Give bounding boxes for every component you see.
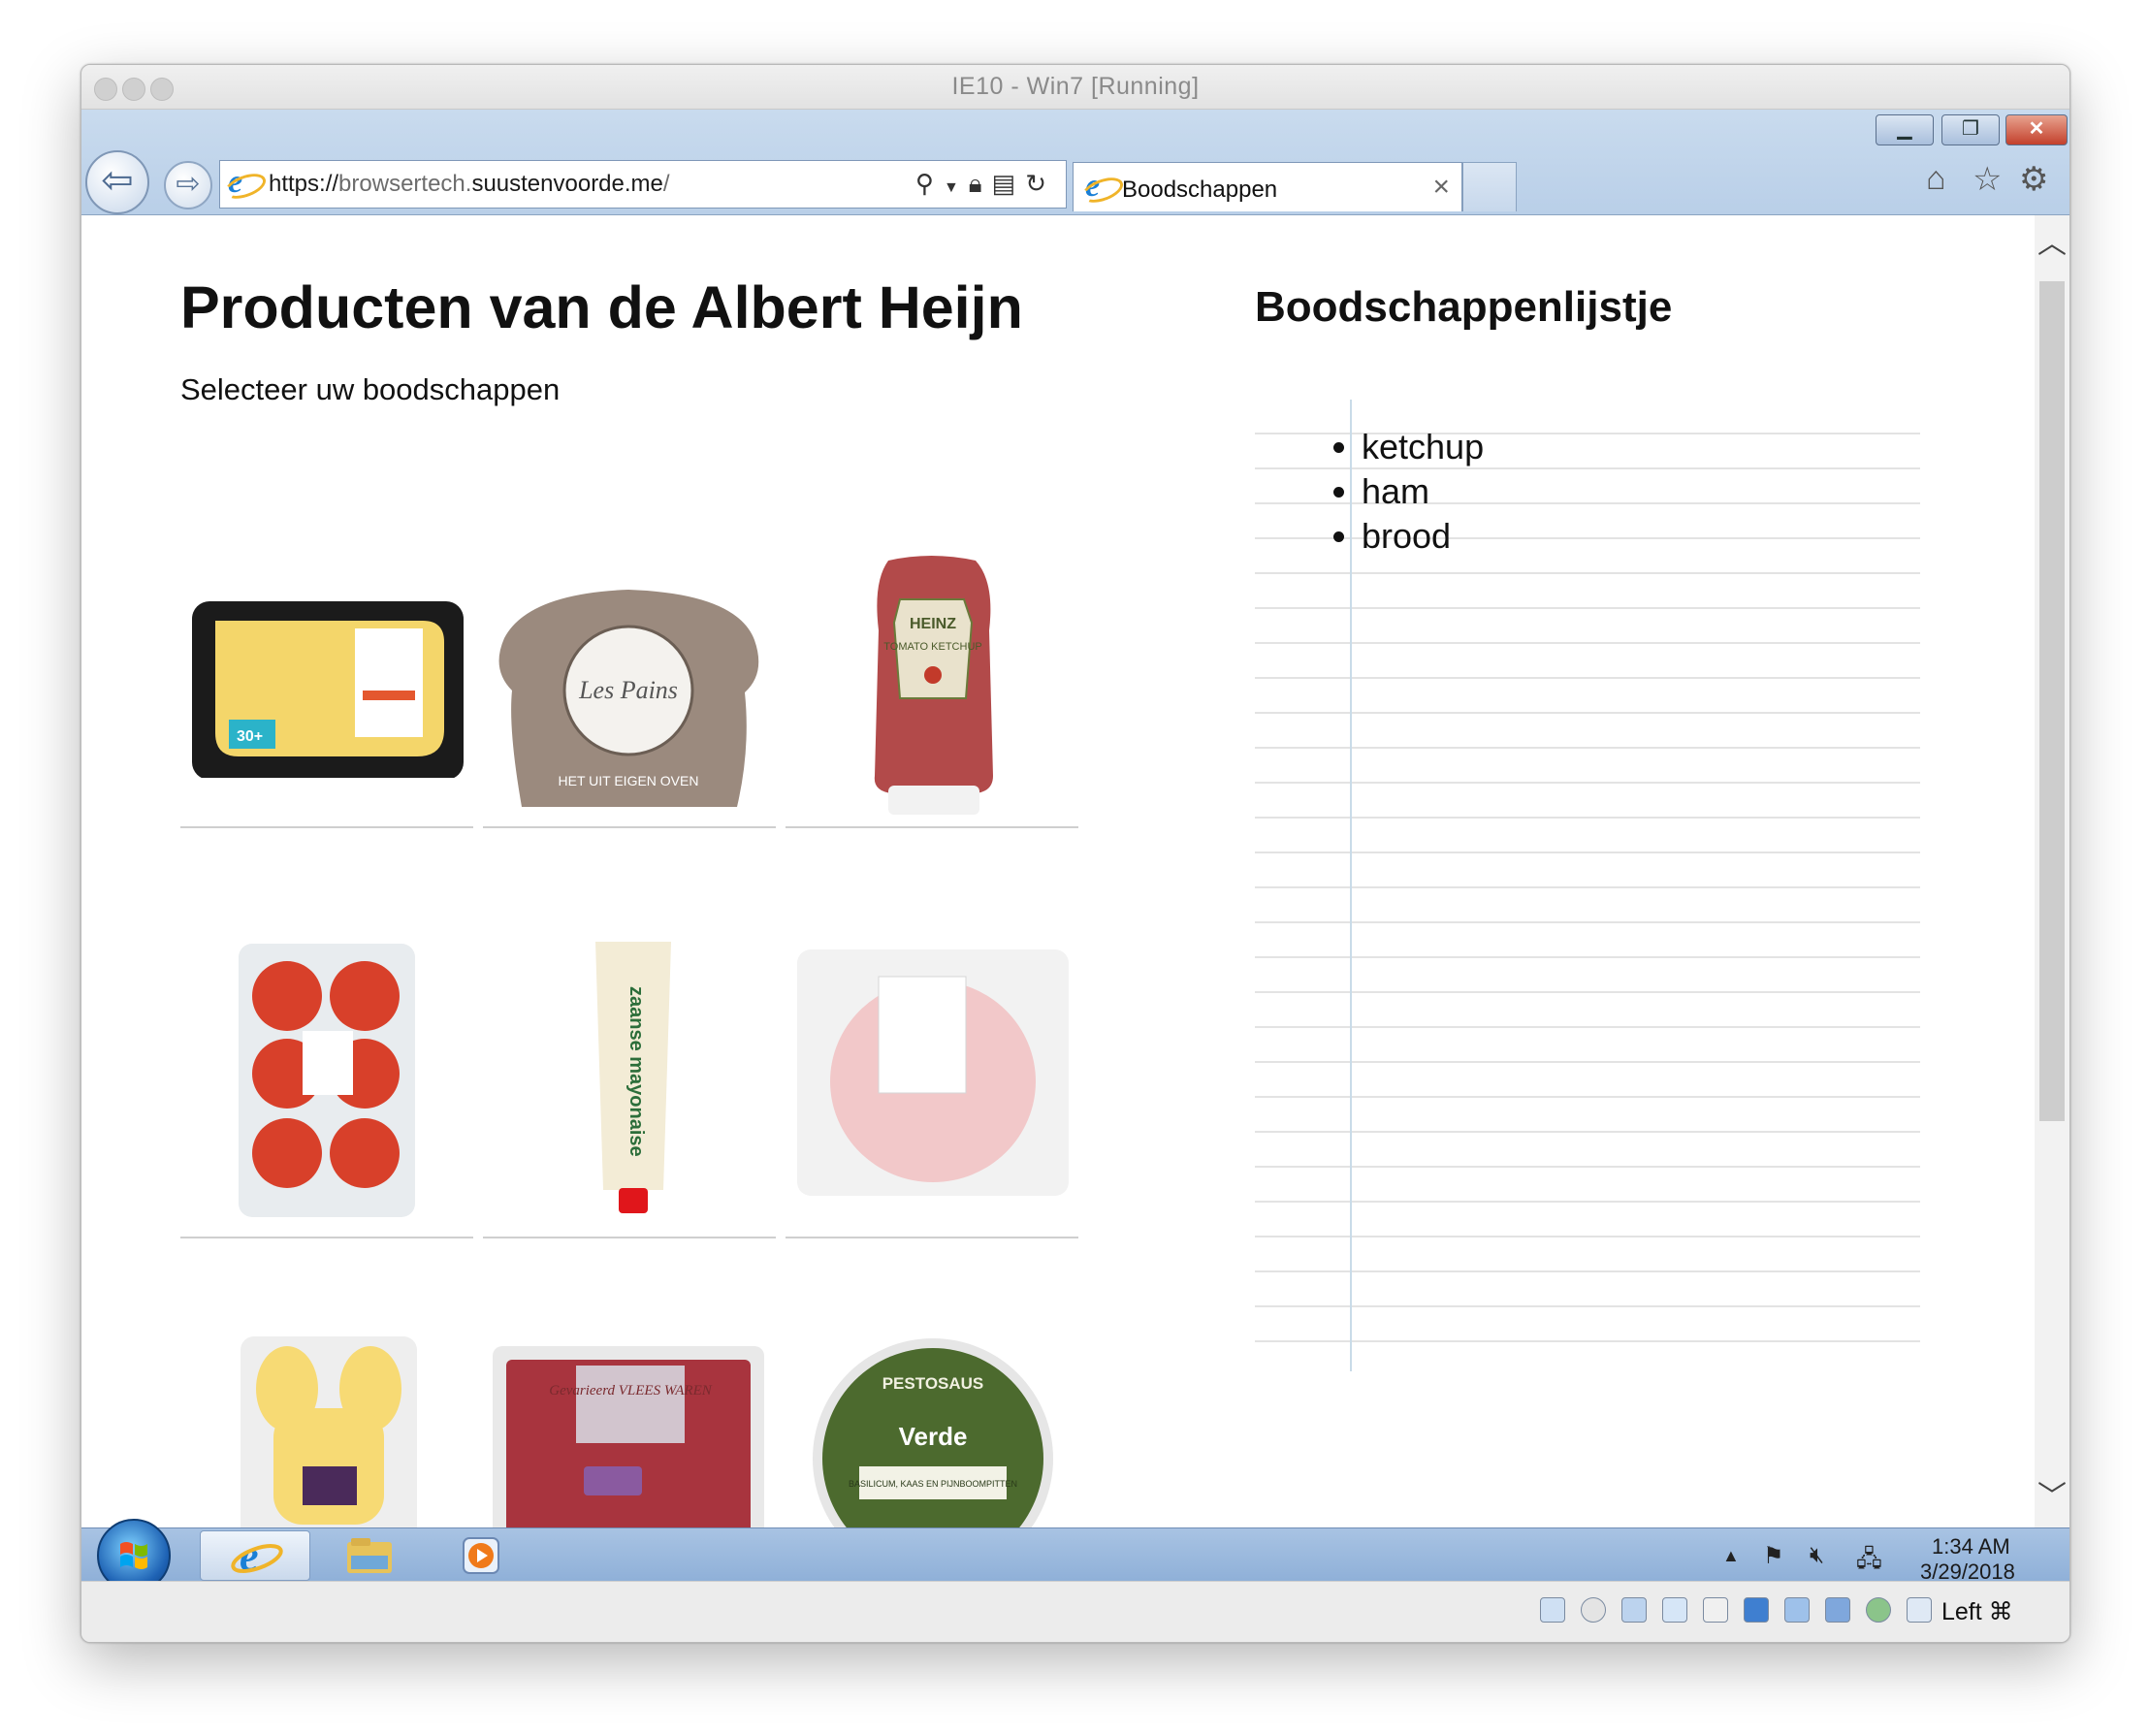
svg-text:PESTOSAUS: PESTOSAUS (882, 1374, 984, 1393)
media-player-icon (463, 1537, 499, 1574)
svg-text:BASILICUM, KAAS EN PIJNBOOMPIT: BASILICUM, KAAS EN PIJNBOOMPITTEN (849, 1479, 1017, 1489)
windows-taskbar: e ▲ ⚑ 🔇︎ 🖧 1:34 AM 3/29/2018 (81, 1519, 2069, 1581)
svg-text:Verde: Verde (899, 1422, 968, 1451)
shared-folders-icon[interactable] (1744, 1597, 1769, 1623)
new-tab-button[interactable] (1462, 162, 1517, 211)
virtualization-icon[interactable] (1866, 1597, 1891, 1623)
product-divider (786, 826, 1078, 828)
mayonnaise-image: zaanse mayonaise (595, 942, 671, 1213)
forward-arrow-icon: ⇨ (176, 168, 201, 200)
video-capture-icon[interactable] (1825, 1597, 1850, 1623)
svg-text:Les Pains: Les Pains (578, 676, 678, 704)
minced-meat-image: Gevarieerd VLEES WAREN (493, 1346, 764, 1527)
display-icon[interactable] (1784, 1597, 1810, 1623)
tab-title: Boodschappen (1122, 177, 1278, 203)
scroll-down-icon[interactable]: ﹀ (2035, 1476, 2069, 1519)
dropdown-icon[interactable]: ▼ (944, 179, 969, 196)
refresh-icon[interactable]: ↻ (1025, 169, 1056, 198)
network-adapter-icon[interactable] (1662, 1597, 1687, 1623)
product-divider (483, 826, 776, 828)
svg-text:HEINZ: HEINZ (910, 616, 956, 632)
shopping-list-title: Boodschappenlijstje (1255, 283, 1673, 331)
url-text[interactable]: https://browsertech.suustenvoorde.me/ (269, 171, 670, 198)
cheese-image: 30+ (192, 601, 464, 778)
svg-text:TOMATO KETCHUP: TOMATO KETCHUP (883, 641, 981, 653)
home-icon[interactable]: ⌂ (1926, 160, 1946, 198)
bread-image: Les Pains HET UIT EIGEN OVEN (498, 590, 759, 807)
shopping-list-notepad: ketchup ham brood (1255, 400, 1920, 1371)
taskbar-ie-button[interactable]: e (200, 1530, 310, 1581)
show-hidden-icons-arrow[interactable]: ▲ (1722, 1546, 1740, 1566)
mouse-integration-icon[interactable] (1907, 1597, 1932, 1623)
hard-disk-icon[interactable] (1540, 1597, 1565, 1623)
shopping-list: ketchup ham brood (1323, 425, 1484, 559)
restore-button[interactable]: ❐ (1941, 114, 2000, 145)
forward-button[interactable]: ⇨ (164, 161, 212, 209)
svg-text:zaanse mayonaise: zaanse mayonaise (625, 986, 647, 1157)
volume-muted-icon[interactable]: 🔇︎ (1810, 1542, 1824, 1569)
list-item: ham (1362, 469, 1484, 514)
vm-window: IE10 - Win7 [Running] ▁ ❐ ✕ ⇦ ⇨ e https:… (80, 64, 2070, 1643)
list-item: brood (1362, 514, 1484, 559)
product-divider (786, 1237, 1078, 1238)
svg-text:HET UIT EIGEN OVEN: HET UIT EIGEN OVEN (559, 773, 699, 788)
svg-text:Gevarieerd VLEES WAREN: Gevarieerd VLEES WAREN (549, 1383, 713, 1398)
browser-chrome: ▁ ❐ ✕ ⇦ ⇨ e https://browsertech.suustenv… (81, 110, 2069, 215)
list-item: ketchup (1362, 425, 1484, 469)
tab-close-icon[interactable]: × (1432, 171, 1450, 204)
product-divider (180, 1237, 473, 1238)
internet-explorer-icon: e (231, 1532, 283, 1580)
product-divider (180, 826, 473, 828)
scrollbar-thumb[interactable] (2039, 281, 2065, 1121)
ie-page-icon: e (221, 164, 270, 204)
search-icon[interactable]: ⚲ (915, 169, 944, 198)
address-bar[interactable]: e https://browsertech.suustenvoorde.me/ … (219, 160, 1067, 209)
taskbar-media-player-button[interactable] (429, 1530, 537, 1579)
network-icon[interactable]: 🖧 (1856, 1542, 1882, 1581)
minimize-button[interactable]: ▁ (1876, 114, 1934, 145)
ham-image (797, 949, 1069, 1196)
tab-ie-icon: e (1078, 168, 1127, 208)
start-button[interactable] (97, 1519, 171, 1581)
scroll-up-icon[interactable]: ︿ (2035, 223, 2069, 266)
usb-icon[interactable] (1703, 1597, 1728, 1623)
product-divider (483, 1237, 776, 1238)
pesto-image: PESTOSAUS Verde BASILICUM, KAAS EN PIJNB… (813, 1338, 1053, 1527)
close-button[interactable]: ✕ (2005, 114, 2068, 145)
optical-drive-icon[interactable] (1581, 1597, 1606, 1623)
cheese-bunny-image (241, 1336, 417, 1527)
svg-text:30+: 30+ (237, 728, 263, 745)
virtualbox-status-bar: Left ⌘ (81, 1581, 2069, 1642)
ketchup-image: HEINZ TOMATO KETCHUP (874, 556, 993, 815)
vertical-scrollbar[interactable]: ︿ ﹀ (2035, 215, 2069, 1527)
web-page: Producten van de Albert Heijn Selecteer … (81, 215, 2035, 1527)
action-center-icon[interactable]: ⚑ (1763, 1542, 1784, 1570)
lock-icon[interactable]: 🔒︎ (969, 169, 992, 198)
compat-view-icon[interactable]: ▤ (992, 169, 1026, 198)
windows-logo-icon (120, 1542, 147, 1569)
clock-time[interactable]: 1:34 AM (1932, 1534, 2010, 1559)
address-tools: ⚲▼🔒︎▤↻ (915, 169, 1056, 200)
back-button[interactable]: ⇦ (85, 150, 149, 214)
gear-icon[interactable]: ⚙ (2019, 160, 2048, 199)
folder-icon (347, 1538, 392, 1573)
tab-boodschappen[interactable]: e Boodschappen × (1073, 162, 1462, 211)
audio-icon[interactable] (1621, 1597, 1647, 1623)
taskbar-explorer-button[interactable] (314, 1530, 423, 1579)
clock-date[interactable]: 3/29/2018 (1920, 1559, 2015, 1581)
tomatoes-image (239, 944, 415, 1217)
window-title: IE10 - Win7 [Running] (951, 73, 1200, 100)
product-grid: 30+ Les Pains HET UIT EIGEN OVEN HEINZ T… (180, 215, 1082, 1527)
favorites-star-icon[interactable]: ☆ (1973, 160, 2002, 199)
mac-titlebar: IE10 - Win7 [Running] (81, 65, 2069, 110)
guest-screen: ▁ ❐ ✕ ⇦ ⇨ e https://browsertech.suustenv… (81, 110, 2069, 1581)
host-key-indicator: Left ⌘ (1941, 1598, 2013, 1625)
back-arrow-icon: ⇦ (101, 159, 134, 202)
